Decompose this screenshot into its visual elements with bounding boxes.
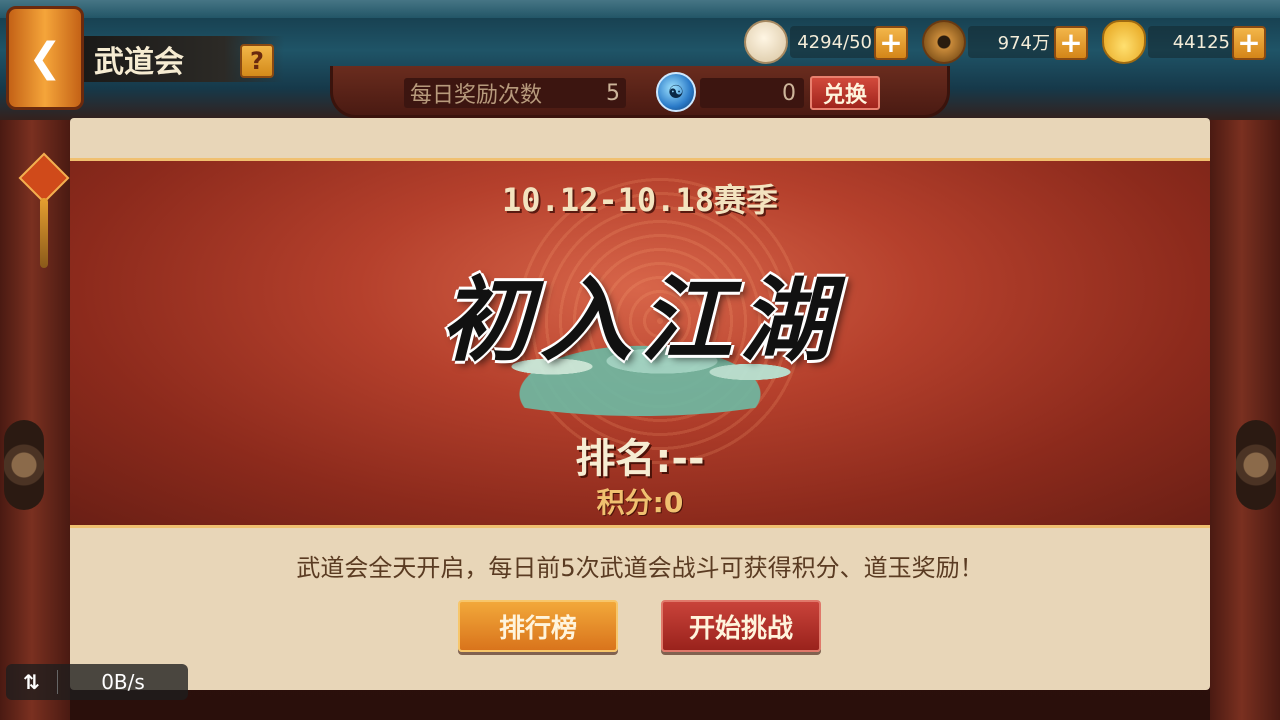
add-gold-button[interactable]: + bbox=[1232, 26, 1266, 60]
back-button[interactable]: ❮ bbox=[6, 6, 84, 110]
event-description: 武道会全天开启，每日前5次武道会战斗可获得积分、道玉奖励！ bbox=[296, 554, 984, 582]
game-background: 10.12-10.18赛季 初入江湖 排名:-- 积分:0 武道会全天开启，每日… bbox=[0, 0, 1280, 720]
knot-icon bbox=[18, 152, 70, 204]
tassel-string bbox=[40, 198, 48, 268]
taiji-jade-icon: ☯ bbox=[656, 72, 696, 112]
leaderboard-button[interactable]: 排行榜 bbox=[458, 600, 618, 652]
network-speed: 0B/s bbox=[101, 670, 145, 694]
gold-ingot-icon bbox=[1102, 20, 1146, 64]
transfer-arrows-icon: ⇅ bbox=[6, 670, 58, 694]
gold-value: 44125 bbox=[1148, 26, 1238, 58]
tassel-ornament bbox=[14, 150, 74, 270]
rank-text: 排名:-- bbox=[575, 436, 705, 482]
stamina-value: 4294/50 bbox=[790, 26, 880, 58]
jade-count: 0 bbox=[700, 78, 804, 108]
season-title: 10.12-10.18赛季 bbox=[502, 181, 778, 219]
tier-name: 初入江湖 bbox=[439, 266, 840, 374]
copper-value: 974万 bbox=[968, 26, 1058, 58]
daily-reward-label: 每日奖励次数 bbox=[404, 78, 626, 108]
exchange-button[interactable]: 兑换 bbox=[810, 76, 880, 110]
right-pillar bbox=[1210, 120, 1280, 720]
help-button[interactable]: ? bbox=[240, 44, 274, 78]
copper-coin-icon bbox=[922, 20, 966, 64]
steamed-bun-icon bbox=[744, 20, 788, 64]
back-arrow-icon: ❮ bbox=[28, 35, 62, 81]
daily-reward-count: 5 bbox=[606, 80, 620, 106]
tier-emblem: 初入江湖 bbox=[420, 246, 860, 416]
add-stamina-button[interactable]: + bbox=[874, 26, 908, 60]
right-door-knob bbox=[1236, 420, 1276, 510]
network-speed-overlay: ⇅ 0B/s bbox=[6, 664, 188, 700]
add-copper-button[interactable]: + bbox=[1054, 26, 1088, 60]
start-challenge-button[interactable]: 开始挑战 bbox=[661, 600, 821, 652]
season-banner: 10.12-10.18赛季 初入江湖 排名:-- 积分:0 bbox=[70, 158, 1210, 528]
left-door-knob bbox=[4, 420, 44, 510]
score-text: 积分:0 bbox=[596, 486, 684, 519]
